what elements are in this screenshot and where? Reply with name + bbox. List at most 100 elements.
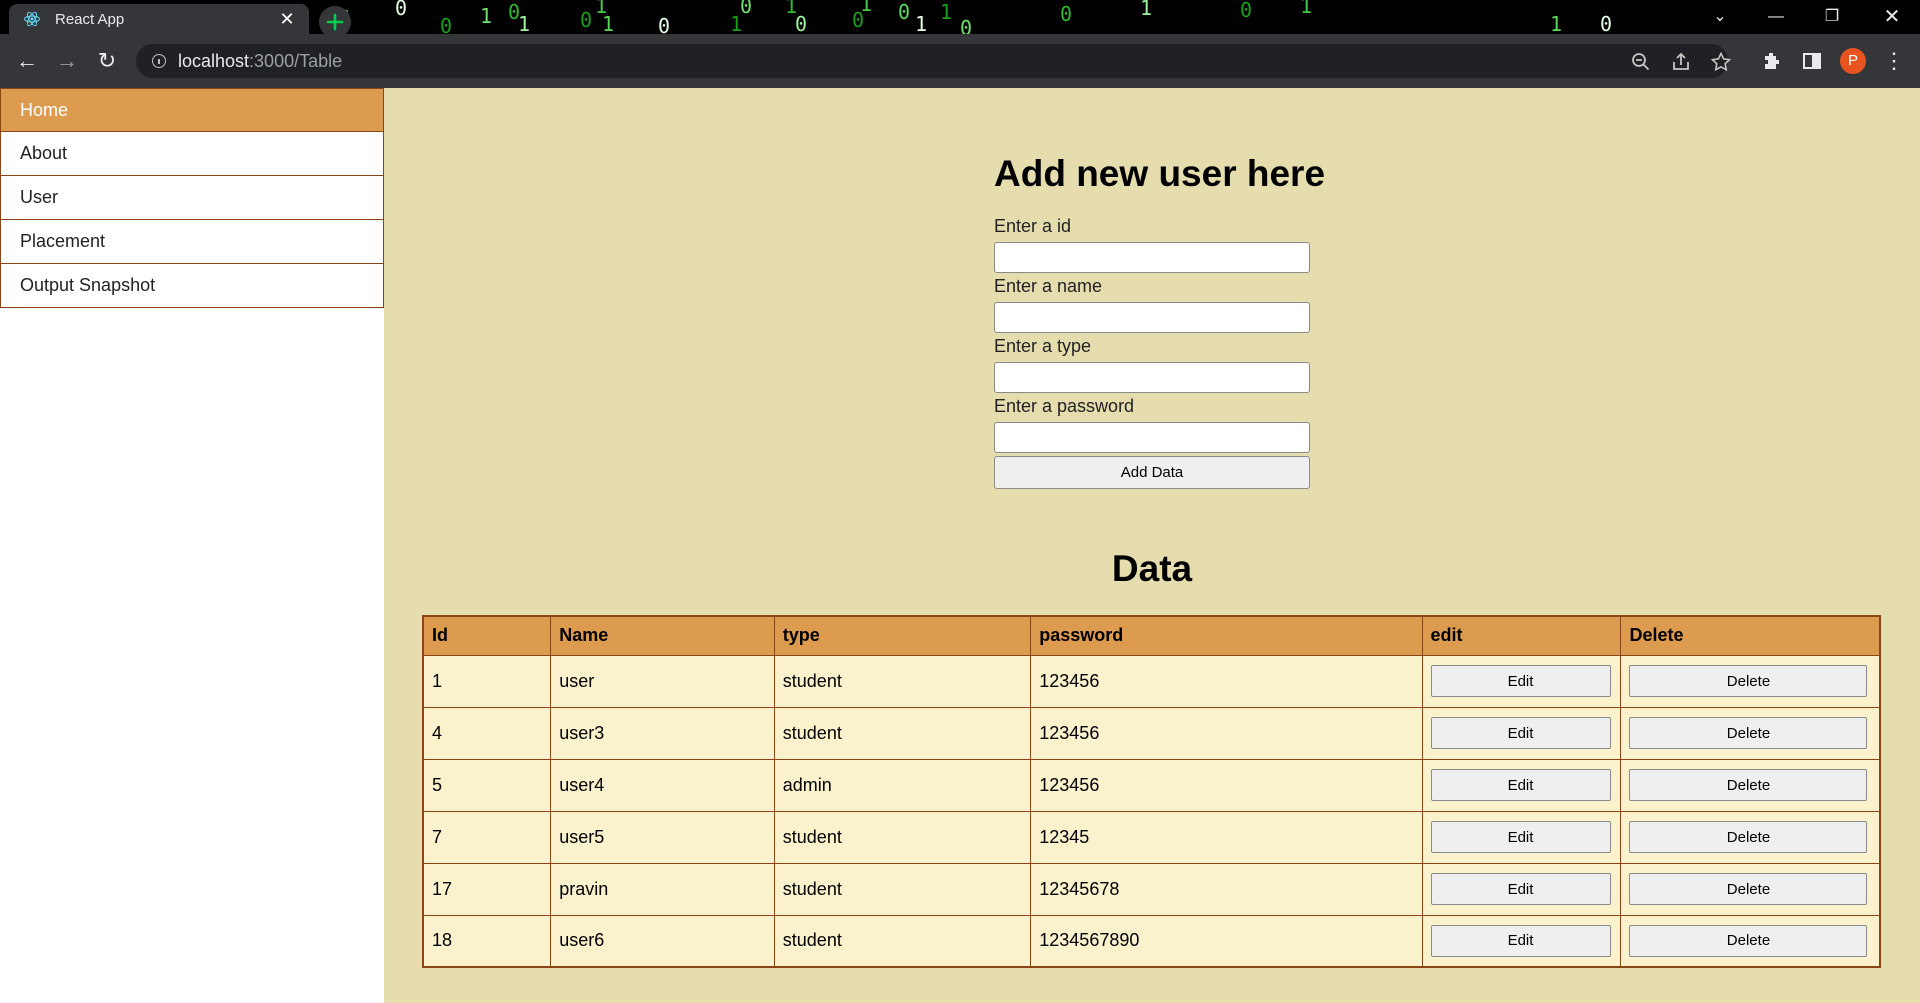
- cell-type: student: [773, 810, 1032, 864]
- name-label: Enter a name: [994, 276, 1103, 296]
- sidebar-nav: Home About User Placement Output Snapshot: [0, 88, 384, 1003]
- matrix-digit: 0: [395, 0, 408, 20]
- cell-type: student: [773, 706, 1032, 760]
- cell-edit: Edit: [1421, 706, 1622, 760]
- edit-button[interactable]: Edit: [1430, 769, 1611, 801]
- matrix-digit: 1: [1300, 0, 1313, 18]
- cell-type: student: [773, 914, 1032, 968]
- sidebar-item-about[interactable]: About: [0, 132, 384, 176]
- minimize-icon[interactable]: —: [1748, 0, 1804, 34]
- matrix-digit: 1: [518, 12, 531, 34]
- table-row: 5 user4 admin 123456 Edit Delete: [422, 758, 1881, 812]
- cell-edit: Edit: [1421, 654, 1622, 708]
- table-row: 7 user5 student 12345 Edit Delete: [422, 810, 1881, 864]
- table-row: 17 pravin student 12345678 Edit Delete: [422, 862, 1881, 916]
- edit-button[interactable]: Edit: [1430, 717, 1611, 749]
- sidebar-item-user[interactable]: User: [0, 176, 384, 220]
- delete-button[interactable]: Delete: [1629, 769, 1868, 801]
- cell-password: 123456: [1030, 706, 1423, 760]
- browser-tabstrip: 10010101101010010110010110 React App ✕ ⌄…: [0, 0, 1920, 34]
- matrix-digit: 1: [480, 4, 493, 28]
- sidebar-item-placement[interactable]: Placement: [0, 220, 384, 264]
- matrix-digit: 0: [740, 0, 753, 18]
- cell-delete: Delete: [1620, 706, 1881, 760]
- sidebar-item-label: About: [20, 143, 68, 163]
- cell-password: 12345: [1030, 810, 1423, 864]
- side-panel-icon[interactable]: [1801, 50, 1823, 72]
- matrix-digit: 1: [1550, 12, 1563, 34]
- cell-password: 1234567890: [1030, 914, 1423, 968]
- forward-icon[interactable]: →: [53, 47, 81, 75]
- column-header-edit: edit: [1421, 615, 1622, 656]
- column-header-type: type: [773, 615, 1032, 656]
- matrix-digit: 0: [440, 14, 453, 34]
- matrix-digit: 0: [898, 0, 911, 24]
- type-label: Enter a type: [994, 336, 1092, 356]
- star-icon[interactable]: [1710, 51, 1732, 73]
- data-section-title: Data: [1111, 548, 1193, 589]
- matrix-digit: 0: [1240, 0, 1253, 22]
- share-icon[interactable]: [1670, 51, 1692, 73]
- edit-button[interactable]: Edit: [1430, 924, 1611, 957]
- sidebar-item-label: User: [20, 187, 59, 207]
- cell-name: user6: [550, 914, 775, 968]
- new-tab-button[interactable]: [319, 6, 351, 34]
- reload-icon[interactable]: ↻: [93, 47, 121, 75]
- menu-icon[interactable]: ⋮: [1880, 47, 1908, 75]
- address-bar[interactable]: localhost:3000/Table: [136, 44, 1732, 78]
- column-header-password: password: [1030, 615, 1423, 656]
- cell-id: 18: [422, 914, 552, 968]
- cell-name: user: [550, 654, 775, 708]
- close-window-icon[interactable]: ✕: [1864, 0, 1920, 34]
- sidebar-item-output-snapshot[interactable]: Output Snapshot: [0, 264, 384, 308]
- extensions-icon[interactable]: [1761, 50, 1783, 72]
- main-panel: Add new user here Enter a id Enter a name…: [384, 88, 1920, 1003]
- edit-button[interactable]: Edit: [1430, 821, 1611, 853]
- table-row: 1 user student 123456 Edit Delete: [422, 654, 1881, 708]
- delete-button[interactable]: Delete: [1629, 821, 1868, 853]
- cell-password: 12345678: [1030, 862, 1423, 916]
- table-header-row: Id Name type password edit Delete: [422, 615, 1881, 656]
- plus-icon: [326, 13, 344, 31]
- cell-password: 123456: [1030, 654, 1423, 708]
- users-table: Id Name type password edit Delete 1 user studen…: [422, 615, 1881, 968]
- delete-button[interactable]: Delete: [1629, 717, 1868, 749]
- cell-name: pravin: [550, 862, 775, 916]
- sidebar-item-home[interactable]: Home: [0, 88, 384, 132]
- site-info-icon[interactable]: [152, 54, 166, 68]
- edit-button[interactable]: Edit: [1430, 873, 1611, 905]
- delete-button[interactable]: Delete: [1629, 873, 1868, 905]
- matrix-digit: 0: [580, 8, 593, 32]
- restore-icon[interactable]: ❐: [1804, 0, 1860, 34]
- matrix-digit: 0: [1060, 2, 1073, 26]
- add-data-button[interactable]: Add Data: [994, 456, 1310, 489]
- browser-tab[interactable]: React App ✕: [9, 4, 309, 34]
- cell-delete: Delete: [1620, 862, 1881, 916]
- zoom-icon[interactable]: [1630, 51, 1652, 73]
- matrix-digit: 1: [860, 0, 873, 16]
- matrix-digit: 1: [940, 0, 953, 24]
- sidebar-item-label: Output Snapshot: [20, 275, 156, 295]
- cell-name: user3: [550, 706, 775, 760]
- cell-delete: Delete: [1620, 758, 1881, 812]
- matrix-digit: 1: [915, 12, 928, 34]
- delete-button[interactable]: Delete: [1629, 924, 1868, 957]
- column-header-id: Id: [422, 615, 552, 656]
- cell-edit: Edit: [1421, 758, 1622, 812]
- password-input[interactable]: [994, 422, 1310, 453]
- delete-button[interactable]: Delete: [1629, 665, 1868, 697]
- tab-search-icon[interactable]: ⌄: [1692, 0, 1748, 34]
- cell-edit: Edit: [1421, 810, 1622, 864]
- profile-avatar[interactable]: P: [1840, 48, 1866, 74]
- cell-name: user5: [550, 810, 775, 864]
- url-text: localhost:3000/Table: [178, 51, 343, 71]
- back-icon[interactable]: ←: [13, 47, 41, 75]
- name-input[interactable]: [994, 302, 1310, 333]
- add-user-form: Add new user here Enter a id Enter a name…: [994, 150, 1325, 489]
- cell-id: 7: [422, 810, 552, 864]
- edit-button[interactable]: Edit: [1430, 665, 1611, 697]
- cell-id: 4: [422, 706, 552, 760]
- tab-close-icon[interactable]: ✕: [277, 9, 297, 29]
- id-input[interactable]: [994, 242, 1310, 273]
- type-input[interactable]: [994, 362, 1310, 393]
